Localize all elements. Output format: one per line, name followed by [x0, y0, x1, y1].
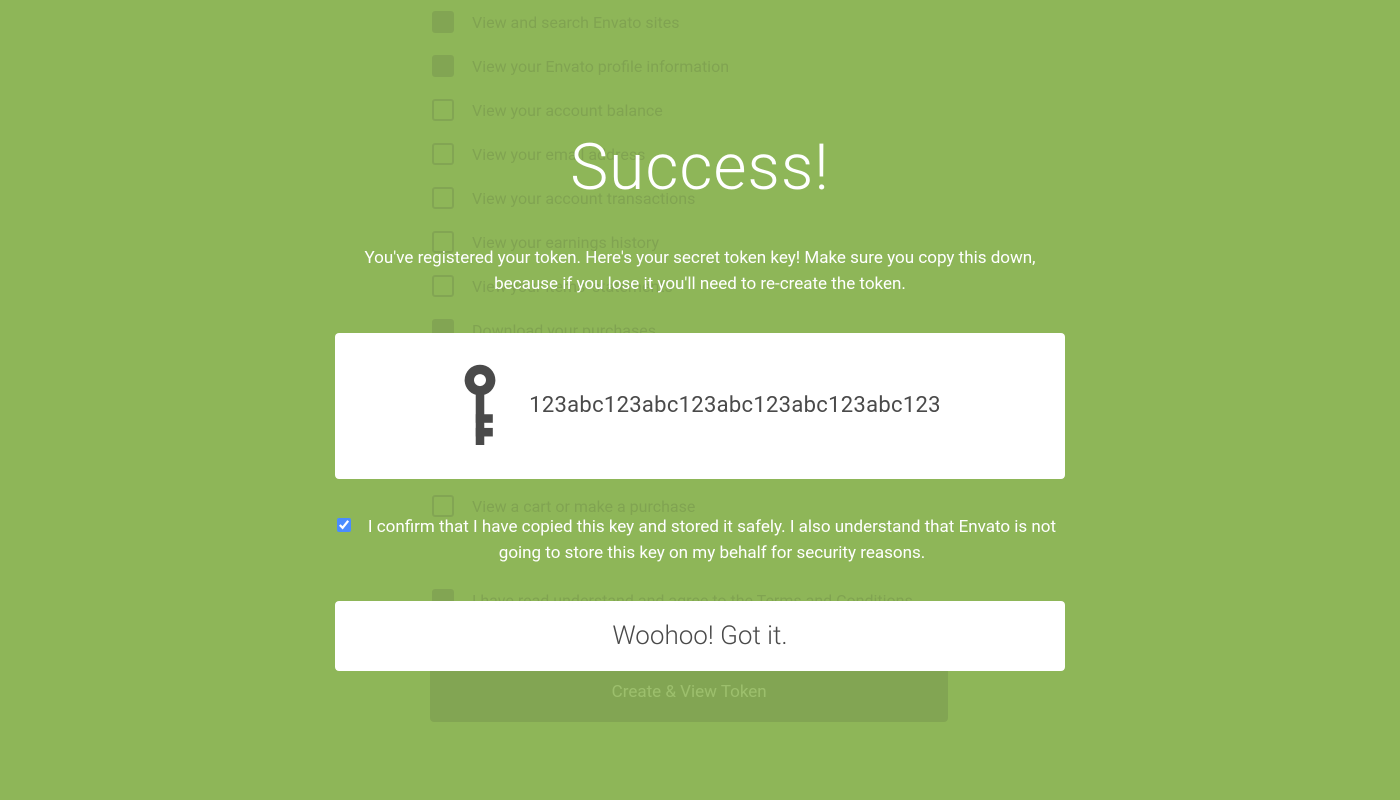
modal-title: Success!: [335, 130, 1065, 205]
modal-description: You've registered your token. Here's you…: [335, 245, 1065, 298]
token-display-box: 123abc123abc123abc123abc123abc123: [335, 333, 1065, 479]
confirm-checkbox[interactable]: [337, 518, 351, 532]
success-modal: Success! You've registered your token. H…: [335, 0, 1065, 711]
confirm-label: I confirm that I have copied this key an…: [361, 514, 1063, 567]
key-icon: [459, 363, 501, 449]
confirm-row: I confirm that I have copied this key an…: [335, 514, 1065, 567]
got-it-button[interactable]: Woohoo! Got it.: [335, 601, 1065, 671]
token-value: 123abc123abc123abc123abc123abc123: [529, 393, 941, 418]
